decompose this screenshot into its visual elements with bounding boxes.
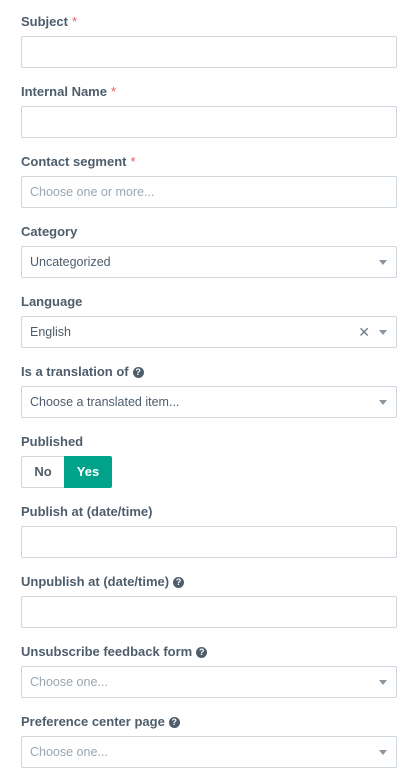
language-select[interactable]: English ✕ — [21, 316, 397, 348]
translation-group: Is a translation of? Choose a translated… — [21, 364, 397, 418]
translation-placeholder: Choose a translated item... — [30, 395, 180, 409]
language-group: Language English ✕ — [21, 294, 397, 348]
unsubscribe-form-label: Unsubscribe feedback form? — [21, 644, 397, 660]
contact-segment-placeholder: Choose one or more... — [30, 185, 155, 199]
contact-segment-label: Contact segment * — [21, 154, 136, 169]
subject-group: Subject * — [21, 14, 397, 68]
category-select[interactable]: Uncategorized — [21, 246, 397, 278]
translation-select[interactable]: Choose a translated item... — [21, 386, 397, 418]
required-marker: * — [110, 84, 117, 99]
language-value: English — [30, 325, 71, 339]
published-toggle: No Yes — [21, 456, 112, 488]
contact-segment-group: Contact segment * Choose one or more... — [21, 154, 397, 208]
internal-name-group: Internal Name * — [21, 84, 397, 138]
publish-at-input[interactable] — [21, 526, 397, 558]
email-settings-form: Subject * Internal Name * Contact segment *… — [0, 0, 411, 771]
unpublish-at-group: Unpublish at (date/time)? — [21, 574, 397, 628]
contact-segment-multiselect[interactable]: Choose one or more... — [21, 176, 397, 208]
unpublish-at-input[interactable] — [21, 596, 397, 628]
close-icon[interactable]: ✕ — [358, 325, 370, 339]
category-label: Category — [21, 224, 78, 239]
category-group: Category Uncategorized — [21, 224, 397, 278]
published-group: Published No Yes — [21, 434, 397, 488]
publish-at-group: Publish at (date/time) — [21, 504, 397, 558]
subject-label: Subject * — [21, 14, 78, 29]
unpublish-at-label: Unpublish at (date/time)? — [21, 574, 397, 590]
chevron-down-icon — [379, 680, 387, 685]
chevron-down-icon — [379, 750, 387, 755]
published-yes-button[interactable]: Yes — [64, 456, 112, 488]
translation-label: Is a translation of? — [21, 364, 397, 380]
unsubscribe-form-placeholder: Choose one... — [30, 675, 108, 689]
published-no-button[interactable]: No — [21, 456, 64, 488]
preference-page-placeholder: Choose one... — [30, 745, 108, 759]
unsubscribe-form-group: Unsubscribe feedback form? Choose one... — [21, 644, 397, 698]
chevron-down-icon — [379, 330, 387, 335]
internal-name-label: Internal Name * — [21, 84, 117, 99]
internal-name-input[interactable] — [21, 106, 397, 138]
question-circle-icon[interactable]: ? — [132, 366, 144, 378]
language-label: Language — [21, 294, 83, 309]
chevron-down-icon — [379, 260, 387, 265]
question-circle-icon[interactable]: ? — [196, 646, 208, 658]
unsubscribe-form-select[interactable]: Choose one... — [21, 666, 397, 698]
subject-input[interactable] — [21, 36, 397, 68]
chevron-down-icon — [379, 400, 387, 405]
required-marker: * — [71, 14, 78, 29]
required-marker: * — [130, 154, 136, 169]
published-label: Published — [21, 434, 84, 449]
preference-page-label: Preference center page? — [21, 714, 397, 730]
question-circle-icon[interactable]: ? — [173, 576, 185, 588]
preference-page-select[interactable]: Choose one... — [21, 736, 397, 768]
question-circle-icon[interactable]: ? — [168, 716, 180, 728]
category-value: Uncategorized — [30, 255, 111, 269]
publish-at-label: Publish at (date/time) — [21, 504, 153, 519]
preference-page-group: Preference center page? Choose one... — [21, 714, 397, 768]
